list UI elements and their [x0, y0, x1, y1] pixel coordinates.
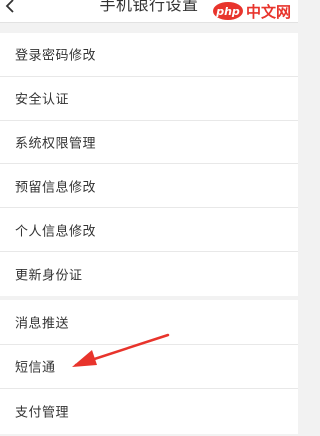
menu-item-message-push[interactable]: 消息推送 — [0, 300, 298, 345]
menu-item-label: 系统权限管理 — [15, 136, 97, 152]
menu-item-reserved-info[interactable]: 预留信息修改 — [0, 164, 298, 209]
menu-item-payment-management[interactable]: 支付管理 — [0, 389, 298, 434]
menu-item-label: 消息推送 — [15, 316, 70, 332]
menu-item-label: 个人信息修改 — [15, 224, 97, 240]
menu-item-label: 短信通 — [15, 360, 56, 376]
menu-item-label: 支付管理 — [15, 405, 70, 421]
menu-item-update-id-card[interactable]: 更新身份证 — [0, 252, 298, 296]
menu-item-label: 预留信息修改 — [15, 180, 97, 196]
menu-item-label: 安全认证 — [15, 92, 70, 108]
menu-item-sms-service[interactable]: 短信通 — [0, 345, 298, 390]
menu-item-system-permissions[interactable]: 系统权限管理 — [0, 121, 298, 165]
site-watermark: php 中文网 — [213, 1, 291, 21]
watermark-text: 中文网 — [246, 2, 292, 21]
settings-group-security: 登录密码修改 安全认证 系统权限管理 预留信息修改 个人信息修改 更新身份证 — [0, 33, 298, 296]
menu-item-personal-info[interactable]: 个人信息修改 — [0, 208, 298, 252]
menu-item-security-auth[interactable]: 安全认证 — [0, 77, 298, 121]
settings-group-notifications: 消息推送 短信通 支付管理 — [0, 300, 298, 434]
watermark-logo: php — [213, 2, 243, 20]
menu-item-login-password[interactable]: 登录密码修改 — [0, 33, 298, 77]
menu-item-label: 登录密码修改 — [15, 48, 97, 64]
settings-screen: 手机银行设置 php 中文网 登录密码修改 安全认证 系统权限管理 预留信息修改… — [0, 0, 298, 436]
menu-item-label: 更新身份证 — [15, 268, 83, 284]
